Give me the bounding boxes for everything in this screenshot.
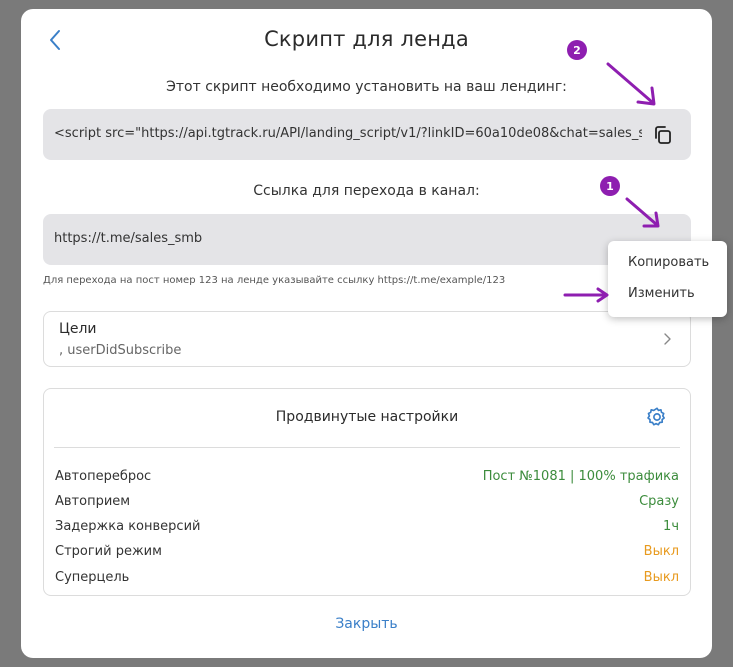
annotation-badge-1: 1 <box>600 176 620 196</box>
setting-value: Пост №1081 | 100% трафика <box>482 469 679 484</box>
setting-value: 1ч <box>663 519 679 534</box>
setting-key: Строгий режим <box>55 544 162 559</box>
menu-item-copy[interactable]: Копировать <box>628 255 709 270</box>
link-value[interactable]: https://t.me/sales_smb <box>54 231 202 246</box>
modal-title: Скрипт для ленда <box>264 27 469 51</box>
setting-row-strict-mode: Строгий режим Выкл <box>55 544 679 562</box>
goals-subtitle: , userDidSubscribe <box>59 343 182 358</box>
setting-key: Автоприем <box>55 494 131 509</box>
link-hint: Для перехода на пост номер 123 на ленде … <box>43 275 506 286</box>
setting-row-autoaccept: Автоприем Сразу <box>55 494 679 512</box>
annotation-badge-2: 2 <box>567 40 587 60</box>
link-actions-menu: Копировать Изменить <box>608 241 727 317</box>
setting-key: Автопереброс <box>55 469 152 484</box>
setting-value: Сразу <box>639 494 679 509</box>
annotation-arrow-2 <box>606 62 656 106</box>
annotation-arrow-1 <box>625 197 660 228</box>
advanced-settings-title: Продвинутые настройки <box>275 409 459 425</box>
setting-row-conversion-delay: Задержка конверсий 1ч <box>55 519 679 537</box>
setting-value: Выкл <box>643 544 679 559</box>
goals-row[interactable]: Цели , userDidSubscribe <box>43 311 691 367</box>
advanced-settings-card: Продвинутые настройки Автопереброс Пост … <box>43 388 691 596</box>
copy-icon[interactable] <box>652 124 674 146</box>
gear-icon[interactable] <box>646 406 668 428</box>
annotation-arrow-3 <box>563 287 609 303</box>
advanced-divider <box>54 447 680 448</box>
script-field[interactable]: <script src="https://api.tgtrack.ru/API/… <box>43 109 691 160</box>
setting-value: Выкл <box>643 570 679 585</box>
setting-key: Задержка конверсий <box>55 519 201 534</box>
setting-row-autoforward: Автопереброс Пост №1081 | 100% трафика <box>55 469 679 487</box>
setting-row-supergoal: Суперцель Выкл <box>55 570 679 588</box>
chevron-right-icon <box>664 333 671 345</box>
link-field[interactable]: https://t.me/sales_smb <box>43 214 691 265</box>
goals-title: Цели <box>59 321 97 337</box>
menu-item-edit[interactable]: Изменить <box>628 286 695 301</box>
script-value[interactable]: <script src="https://api.tgtrack.ru/API/… <box>54 126 642 141</box>
setting-key: Суперцель <box>55 570 130 585</box>
close-button[interactable]: Закрыть <box>21 616 712 632</box>
